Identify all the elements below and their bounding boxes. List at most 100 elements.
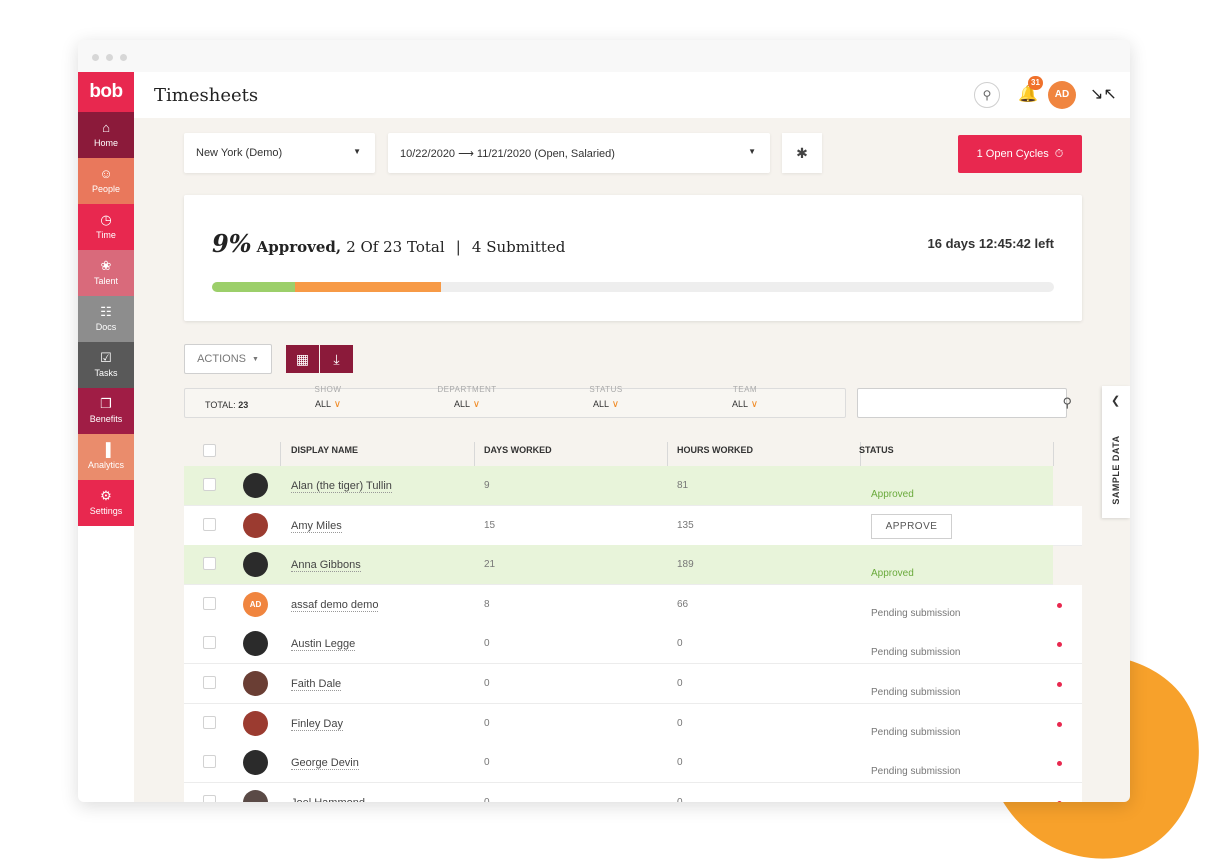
caret-down-icon: ▼ [748,147,756,156]
status-text: Pending submission [871,687,961,698]
status-text: Pending submission [871,607,961,619]
table-row[interactable]: Alan (the tiger) Tullin 9 81 Approved [184,466,1053,506]
column-header-display-name[interactable]: DISPLAY NAME [291,434,358,466]
table-row[interactable]: AD assaf demo demo 8 66 Pending submission [184,584,1082,625]
actions-dropdown[interactable]: ACTIONS ▼ [184,344,272,374]
user-avatar[interactable]: AD [1048,81,1076,109]
employee-name-link[interactable]: Anna Gibbons [291,559,361,573]
employee-name-link[interactable]: Joel Hammond [291,797,365,802]
hours-worked: 0 [677,797,683,802]
settings-gear-button[interactable]: ✱ [782,133,822,173]
filter-show[interactable]: SHOW ALL ∨ [268,385,388,417]
progress-submitted [295,282,442,292]
select-all-checkbox[interactable] [203,444,216,457]
notification-badge: 31 [1028,76,1043,90]
filter-value[interactable]: ALL ∨ [685,399,805,410]
row-checkbox[interactable] [203,557,216,571]
status-text: Pending submission [871,726,961,738]
column-header-days-worked[interactable]: DAYS WORKED [484,434,552,466]
filter-department[interactable]: DEPARTMENT ALL ∨ [407,385,527,417]
pending-indicator-dot [1057,800,1062,802]
row-checkbox[interactable] [203,715,216,729]
sidebar-item-label: Time [96,230,116,240]
search-icon[interactable]: ⚲ [974,82,1000,108]
summary-card: 9% Approved, 2 Of 23 Total | 4 Submitted… [184,195,1082,321]
chevron-down-icon: ∨ [747,399,759,410]
sidebar-item-label: Settings [89,506,123,516]
window-dot [120,54,127,61]
table-row[interactable]: Amy Miles 15 135 APPROVE [184,505,1082,546]
approved-percent: 9% [212,229,252,258]
column-header-hours-worked[interactable]: HOURS WORKED [677,434,753,466]
column-header-status[interactable]: STATUS [859,434,894,466]
sidebar-item-tasks[interactable]: ☑ Tasks [78,342,134,388]
approve-button[interactable]: APPROVE [871,513,952,539]
table-row[interactable]: Finley Day 0 0 Pending submission [184,703,1082,744]
download-button[interactable]: ⤓ [320,345,353,373]
table-row[interactable]: Austin Legge 0 0 Pending submission [184,624,1082,665]
open-cycles-button[interactable]: 1 Open Cycles ⏱ [958,135,1082,173]
sidebar-item-label: Home [93,138,118,148]
bar-chart-icon: ▐ [101,442,111,457]
row-checkbox[interactable] [203,755,216,769]
clock-icon: ◷ [100,212,112,227]
avatar [243,631,268,657]
sidebar-item-home[interactable]: ⌂ Home [78,112,134,158]
row-checkbox[interactable] [203,676,216,689]
filter-value[interactable]: ALL ∨ [407,399,527,410]
sidebar-item-label: People [91,184,121,194]
employee-name-link[interactable]: Austin Legge [291,638,356,652]
employee-name-link[interactable]: assaf demo demo [291,599,379,612]
employee-name-link[interactable]: George Devin [291,757,359,771]
sidebar-item-settings[interactable]: ⚙ Settings [78,480,134,526]
sidebar-item-time[interactable]: ◷ Time [78,204,134,250]
chevron-left-icon[interactable]: ❮ [1111,394,1120,407]
page-header: Timesheets ⚲ 🔔 31 AD ↘↖ [134,72,1130,118]
table-row[interactable]: Joel Hammond00Pending submission [184,782,1082,802]
sidebar-item-benefits[interactable]: ❐ Benefits [78,388,134,434]
employee-name-link[interactable]: Amy Miles [291,520,342,533]
row-checkbox[interactable] [203,794,216,802]
timesheets-table: DISPLAY NAME DAYS WORKED HOURS WORKED ST… [184,434,1082,802]
row-checkbox[interactable] [203,596,216,610]
hours-worked: 0 [677,678,683,689]
bob-logo[interactable]: bob [78,72,134,112]
sidebar-item-talent[interactable]: ❀ Talent [78,250,134,296]
sidebar-item-people[interactable]: ☺ People [78,158,134,204]
time-left: 16 days 12:45:42 left [927,236,1054,251]
hours-worked: 66 [677,598,689,610]
row-checkbox[interactable] [203,478,216,491]
avatar [243,552,268,578]
pending-indicator-dot [1057,682,1062,687]
employee-name-link[interactable]: Alan (the tiger) Tullin [291,480,392,493]
row-checkbox[interactable] [203,517,216,531]
employee-name-link[interactable]: Finley Day [291,718,343,731]
table-row[interactable]: Faith Dale 0 0 Pending submission [184,664,1082,704]
filter-status[interactable]: STATUS ALL ∨ [546,385,666,417]
sample-data-panel[interactable]: ❮ SAMPLE DATA [1102,386,1130,518]
days-worked: 21 [484,559,496,571]
table-row[interactable]: Anna Gibbons 21 189 Approved [184,545,1053,586]
sidebar-item-analytics[interactable]: ▐ Analytics [78,434,134,480]
sample-data-label: SAMPLE DATA [1111,435,1121,505]
cycle-select[interactable]: 10/22/2020 ⟶ 11/21/2020 (Open, Salaried)… [388,133,770,173]
row-checkbox[interactable] [203,636,216,650]
status-text: Pending submission [871,766,961,778]
submitted-text: 4 Submitted [471,238,566,256]
column-divider [667,442,668,466]
collapse-icon[interactable]: ↘↖ [1090,84,1117,104]
filter-value[interactable]: ALL ∨ [546,399,666,410]
table-search-input[interactable]: ⚲ [857,388,1072,418]
table-row[interactable]: George Devin 0 0 Pending submission [184,743,1082,784]
filter-label: SHOW [314,385,342,394]
filter-team[interactable]: TEAM ALL ∨ [685,385,805,417]
people-icon: ☺ [99,166,113,181]
sidebar-item-docs[interactable]: ☷ Docs [78,296,134,342]
filter-value-text: ALL [453,399,470,409]
filter-value[interactable]: ALL ∨ [268,399,388,410]
site-select[interactable]: New York (Demo) ▼ [184,133,375,173]
total-label: TOTAL: [205,400,236,410]
employee-name-link[interactable]: Faith Dale [291,678,342,691]
sidebar: bob ⌂ Home ☺ People ◷ Time ❀ Talent ☷ Docs ☑ Tasks ❐… [78,72,143,802]
table-view-button[interactable]: ▦ [286,345,319,373]
